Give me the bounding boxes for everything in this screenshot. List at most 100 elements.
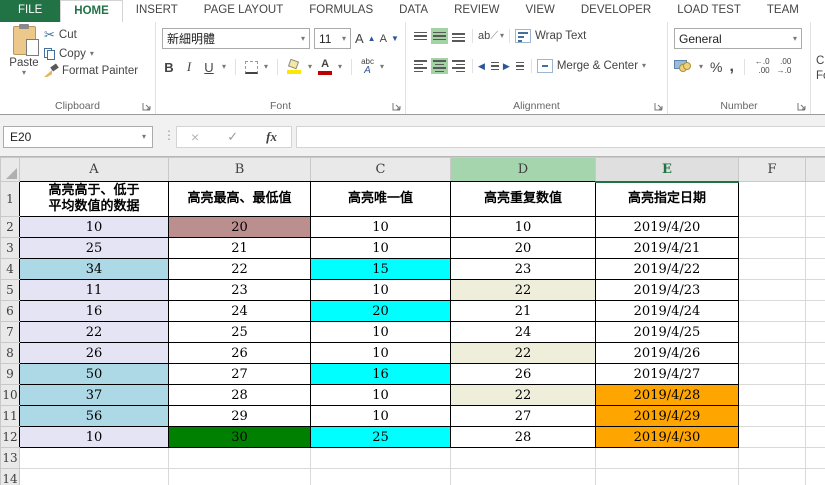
- fill-color-button[interactable]: [287, 60, 302, 74]
- orientation-dropdown-arrow[interactable]: ▾: [500, 32, 504, 40]
- cell-E4[interactable]: 2019/4/22: [596, 259, 739, 280]
- row-header-6[interactable]: 6: [1, 301, 20, 322]
- cell-B3[interactable]: 21: [169, 238, 311, 259]
- cell-D4[interactable]: 23: [451, 259, 596, 280]
- increase-decimal-button[interactable]: ←.0 .00: [755, 58, 770, 76]
- cell-D13[interactable]: [451, 448, 596, 469]
- cell-empty[interactable]: [739, 182, 806, 217]
- column-header-B[interactable]: B: [169, 158, 311, 182]
- align-right-button[interactable]: [450, 58, 467, 74]
- cell-D14[interactable]: [451, 469, 596, 485]
- shrink-font-button[interactable]: A▼: [380, 33, 399, 45]
- cell-C5[interactable]: 10: [311, 280, 451, 301]
- row-header-1[interactable]: 1: [1, 182, 20, 217]
- cell-C12[interactable]: 25: [311, 427, 451, 448]
- cell-E1[interactable]: 高亮指定日期: [596, 182, 739, 217]
- underline-button[interactable]: U: [202, 60, 216, 75]
- cell-A10[interactable]: 37: [20, 385, 169, 406]
- cell-partial-3[interactable]: [806, 238, 825, 259]
- paste-dropdown-arrow[interactable]: ▾: [8, 69, 40, 77]
- cell-F12[interactable]: [739, 427, 806, 448]
- merge-center-dropdown-arrow[interactable]: ▾: [642, 62, 646, 70]
- cell-D12[interactable]: 28: [451, 427, 596, 448]
- name-box-dropdown-arrow[interactable]: ▾: [135, 133, 152, 141]
- cell-B14[interactable]: [169, 469, 311, 485]
- cell-partial-2[interactable]: [806, 217, 825, 238]
- tab-developer[interactable]: DEVELOPER: [568, 0, 664, 22]
- decrease-decimal-button[interactable]: .00 →.0: [777, 58, 792, 76]
- cell-F2[interactable]: [739, 217, 806, 238]
- cell-F14[interactable]: [739, 469, 806, 485]
- cell-F3[interactable]: [739, 238, 806, 259]
- number-format-dropdown-arrow[interactable]: ▾: [793, 35, 797, 43]
- name-box[interactable]: E20 ▾: [3, 126, 153, 148]
- cell-A5[interactable]: 11: [20, 280, 169, 301]
- tab-view[interactable]: VIEW: [512, 0, 567, 22]
- cell-C14[interactable]: [311, 469, 451, 485]
- orientation-button[interactable]: ab⟋: [478, 30, 498, 43]
- cell-E7[interactable]: 2019/4/25: [596, 322, 739, 343]
- merge-center-button[interactable]: Merge & Center ▾: [537, 59, 646, 73]
- row-header-10[interactable]: 10: [1, 385, 20, 406]
- increase-indent-button[interactable]: ▶: [503, 58, 526, 74]
- cell-D11[interactable]: 27: [451, 406, 596, 427]
- fill-color-dropdown-arrow[interactable]: ▾: [308, 63, 312, 71]
- bold-button[interactable]: B: [162, 60, 176, 75]
- cell-B1[interactable]: 高亮最高、最低值: [169, 182, 311, 217]
- cell-partial-14[interactable]: [806, 469, 825, 485]
- cell-D10[interactable]: 22: [451, 385, 596, 406]
- borders-dropdown-arrow[interactable]: ▾: [264, 63, 268, 71]
- italic-button[interactable]: I: [182, 59, 196, 75]
- cell-B8[interactable]: 26: [169, 343, 311, 364]
- cell-E6[interactable]: 2019/4/24: [596, 301, 739, 322]
- decrease-indent-button[interactable]: ◀: [478, 58, 501, 74]
- cell-E2[interactable]: 2019/4/20: [596, 217, 739, 238]
- cell-partial-7[interactable]: [806, 322, 825, 343]
- font-dialog-launcher[interactable]: [392, 101, 402, 111]
- copy-button[interactable]: Copy ▾: [44, 48, 138, 60]
- cell-partial-5[interactable]: [806, 280, 825, 301]
- cell-D7[interactable]: 24: [451, 322, 596, 343]
- cell-A13[interactable]: [20, 448, 169, 469]
- tab-home[interactable]: HOME: [60, 0, 123, 22]
- cell-E9[interactable]: 2019/4/27: [596, 364, 739, 385]
- row-header-8[interactable]: 8: [1, 343, 20, 364]
- number-format-combobox[interactable]: General ▾: [674, 28, 802, 49]
- row-header-5[interactable]: 5: [1, 280, 20, 301]
- cell-partial-6[interactable]: [806, 301, 825, 322]
- cell-A8[interactable]: 26: [20, 343, 169, 364]
- align-left-button[interactable]: [412, 58, 429, 74]
- borders-button[interactable]: [245, 61, 258, 74]
- cell-E3[interactable]: 2019/4/21: [596, 238, 739, 259]
- cell-C7[interactable]: 10: [311, 322, 451, 343]
- cell-A1[interactable]: 高亮高于、低于 平均数值的数据: [20, 182, 169, 217]
- row-header-14[interactable]: 14: [1, 469, 20, 485]
- font-size-dropdown-arrow[interactable]: ▾: [342, 35, 346, 43]
- cell-F6[interactable]: [739, 301, 806, 322]
- column-header-E[interactable]: E: [596, 158, 739, 182]
- tab-file[interactable]: FILE: [0, 0, 60, 22]
- cell-partial-10[interactable]: [806, 385, 825, 406]
- formula-bar-splitter[interactable]: ⋮: [163, 128, 175, 142]
- cell-B13[interactable]: [169, 448, 311, 469]
- row-header-2[interactable]: 2: [1, 217, 20, 238]
- cell-empty[interactable]: [806, 182, 825, 217]
- font-name-dropdown-arrow[interactable]: ▾: [301, 35, 305, 43]
- column-header-C[interactable]: C: [311, 158, 451, 182]
- phonetic-dropdown-arrow[interactable]: ▾: [380, 63, 384, 71]
- row-header-9[interactable]: 9: [1, 364, 20, 385]
- cell-F9[interactable]: [739, 364, 806, 385]
- insert-function-button[interactable]: fx: [266, 129, 277, 145]
- cell-E5[interactable]: 2019/4/23: [596, 280, 739, 301]
- cell-D3[interactable]: 20: [451, 238, 596, 259]
- cell-C4[interactable]: 15: [311, 259, 451, 280]
- cell-E11[interactable]: 2019/4/29: [596, 406, 739, 427]
- font-color-dropdown-arrow[interactable]: ▾: [338, 63, 342, 71]
- cell-D1[interactable]: 高亮重复数值: [451, 182, 596, 217]
- cell-A6[interactable]: 16: [20, 301, 169, 322]
- font-name-combobox[interactable]: 新細明體 ▾: [162, 28, 310, 49]
- cell-A2[interactable]: 10: [20, 217, 169, 238]
- cell-C9[interactable]: 16: [311, 364, 451, 385]
- cell-E8[interactable]: 2019/4/26: [596, 343, 739, 364]
- cell-B5[interactable]: 23: [169, 280, 311, 301]
